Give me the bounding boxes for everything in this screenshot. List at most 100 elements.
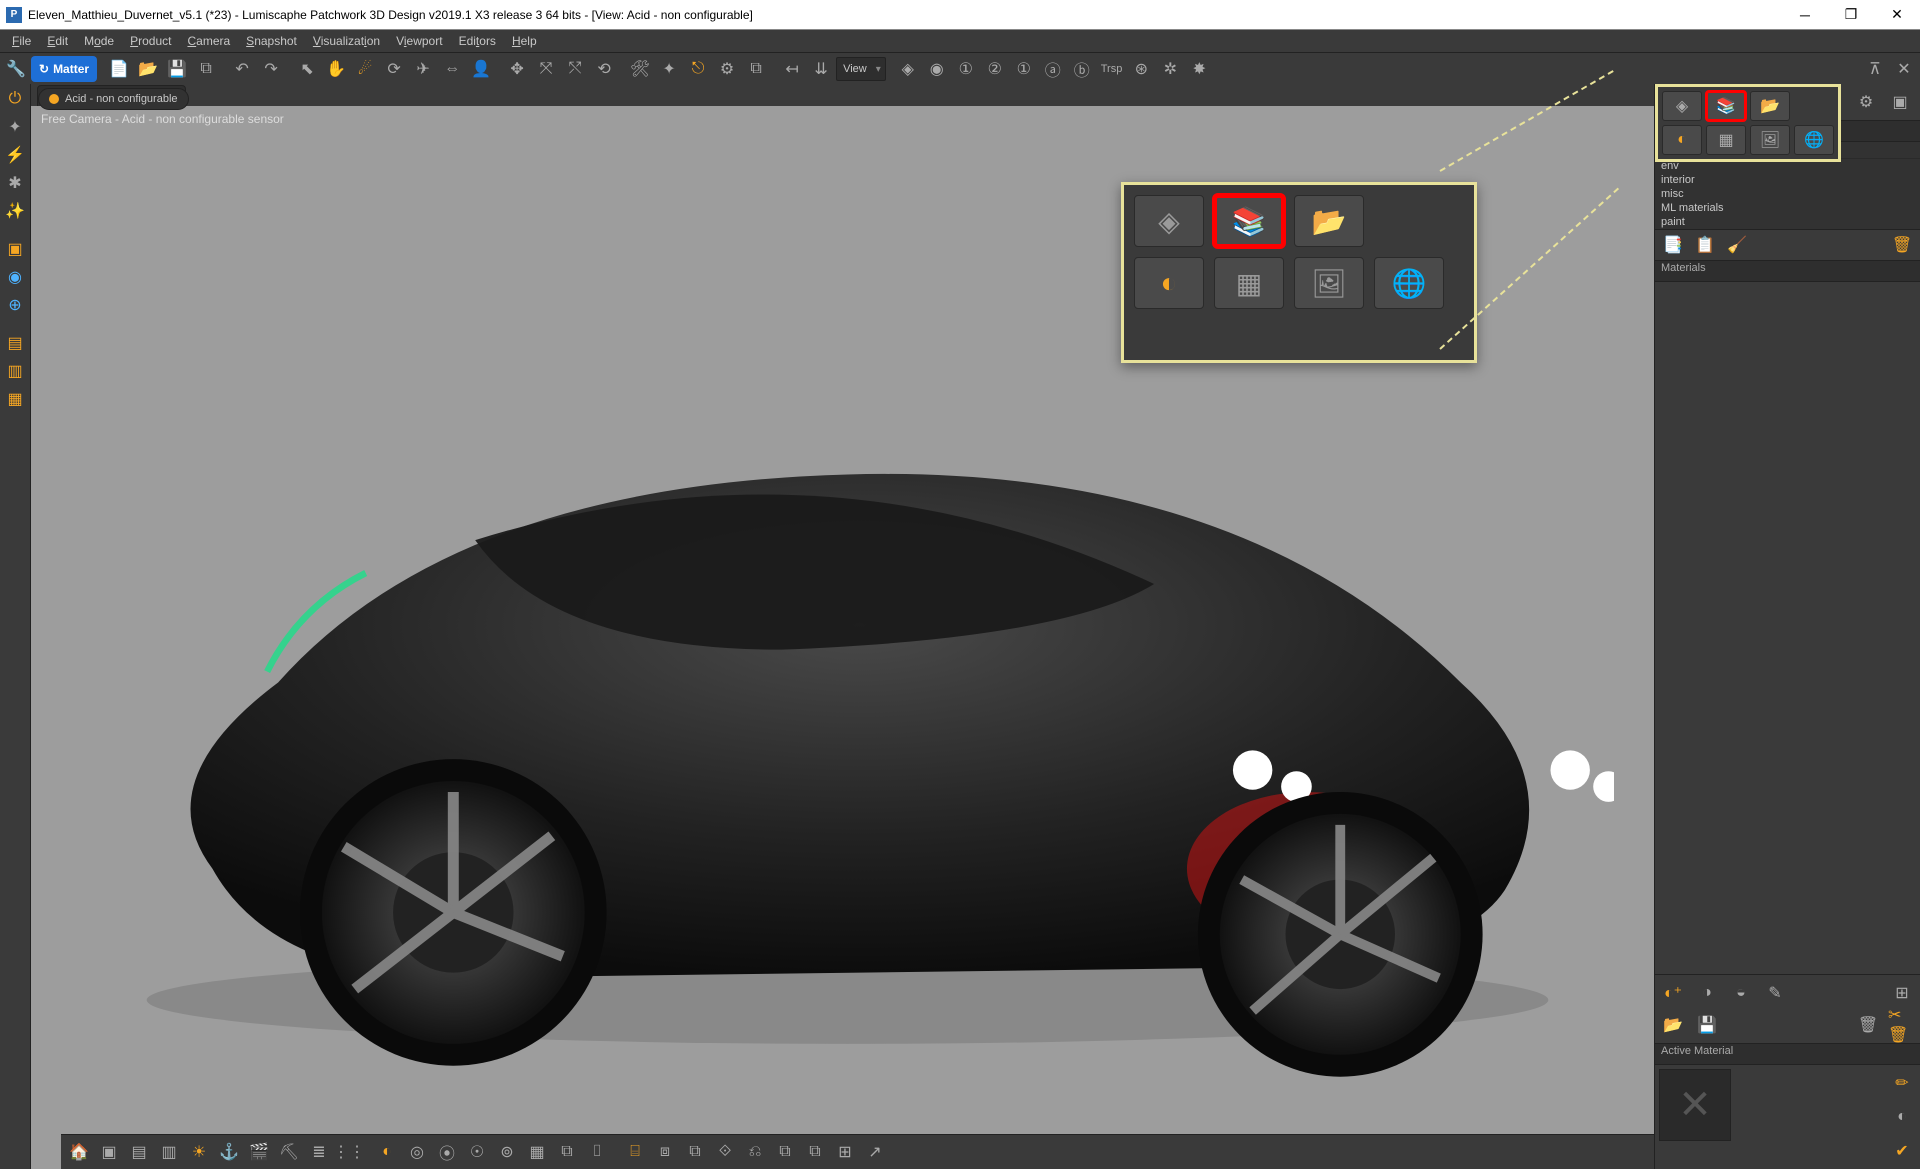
matter-button[interactable]: ↻Matter [31, 56, 97, 82]
rp-library-icon[interactable]: 📚 [1706, 91, 1746, 121]
rp-open-mat[interactable]: 📂 [1659, 1011, 1687, 1039]
group-row[interactable]: paint [1655, 215, 1920, 229]
btool-17[interactable]: ⌷ [583, 1138, 611, 1166]
view-dropdown[interactable]: View [836, 57, 886, 81]
tool-saveall[interactable]: ⧉ [192, 55, 220, 83]
btool-0[interactable]: 🏠 [65, 1138, 93, 1166]
tool-fly[interactable]: ✈ [409, 55, 437, 83]
tool-scale[interactable]: ⤲ [561, 55, 589, 83]
tool-wrench[interactable]: 🔧 [2, 55, 30, 83]
callout-material-icon[interactable]: ◐ [1134, 257, 1204, 309]
tool-pan[interactable]: ✋ [322, 55, 350, 83]
ltool-6[interactable]: ◉ [2, 264, 28, 290]
tool-mat4[interactable]: ⚙ [713, 55, 741, 83]
tool-r0[interactable]: ◈ [894, 55, 922, 83]
tool-pin[interactable]: ⊼ [1861, 55, 1889, 83]
btool-4[interactable]: ☀ [185, 1138, 213, 1166]
rp-mat-clean[interactable]: 🧹 [1723, 231, 1751, 259]
rp-image-icon[interactable]: 🖼 [1750, 125, 1790, 155]
tool-dolly[interactable]: ⇔ [438, 55, 466, 83]
rp-save-mat[interactable]: 💾 [1693, 1011, 1721, 1039]
materials-area[interactable] [1655, 282, 1920, 974]
tool-r10[interactable]: ✸ [1185, 55, 1213, 83]
rp-texture-icon[interactable]: ▦ [1706, 125, 1746, 155]
tool-r3[interactable]: ② [981, 55, 1009, 83]
menu-help[interactable]: Help [504, 32, 545, 50]
callout-eye-icon[interactable]: ◈ [1134, 195, 1204, 247]
rp-new-material[interactable]: ◐⁺ [1659, 979, 1687, 1007]
rp-b1[interactable]: ◑ [1693, 979, 1721, 1007]
rp-del-mat[interactable]: 🗑 [1854, 1011, 1882, 1039]
tool-r5[interactable]: ⓐ [1039, 55, 1067, 83]
menu-viewport[interactable]: Viewport [388, 32, 451, 50]
btool-2[interactable]: ▤ [125, 1138, 153, 1166]
btool-16[interactable]: ⧉ [553, 1138, 581, 1166]
btool-8[interactable]: ≣ [305, 1138, 333, 1166]
btool-7[interactable]: ⛏ [275, 1138, 303, 1166]
tool-walk[interactable]: 👤 [467, 55, 495, 83]
close-button[interactable]: ✕ [1874, 0, 1920, 29]
rp-grid-icon[interactable]: ▣ [1886, 88, 1914, 116]
tool-close-tab[interactable]: ✕ [1890, 55, 1918, 83]
ltool-9[interactable]: ▥ [2, 358, 28, 384]
btool-23[interactable]: ⧉ [771, 1138, 799, 1166]
ltool-8[interactable]: ▤ [2, 330, 28, 356]
rp-grid-toggle[interactable]: ⊞ [1888, 979, 1916, 1007]
group-row[interactable]: misc [1655, 187, 1920, 201]
rp-b2[interactable]: ◒ [1727, 979, 1755, 1007]
callout-library-icon[interactable]: 📚 [1214, 195, 1284, 247]
tool-rotate[interactable]: ⟳ [380, 55, 408, 83]
menu-camera[interactable]: Camera [179, 32, 238, 50]
tool-save[interactable]: 💾 [163, 55, 191, 83]
rp-sphere-icon[interactable]: ◐ [1888, 1103, 1916, 1131]
rp-mat-add[interactable]: 📑 [1659, 231, 1687, 259]
rp-gear-icon[interactable]: ⚙ [1852, 88, 1880, 116]
menu-mode[interactable]: Mode [76, 32, 122, 50]
tool-r6[interactable]: ⓑ [1068, 55, 1096, 83]
ltool-10[interactable]: ▦ [2, 386, 28, 412]
tool-move[interactable]: ✥ [503, 55, 531, 83]
rp-mat-delete[interactable]: 🗑 [1888, 231, 1916, 259]
callout-texture-icon[interactable]: ▦ [1214, 257, 1284, 309]
ltool-5[interactable]: ▣ [2, 236, 28, 262]
maximize-button[interactable]: ❐ [1828, 0, 1874, 29]
btool-6[interactable]: 🎬 [245, 1138, 273, 1166]
group-row[interactable]: interior [1655, 173, 1920, 187]
menu-snapshot[interactable]: Snapshot [238, 32, 305, 50]
tool-rot[interactable]: ⟲ [590, 55, 618, 83]
tool-r4[interactable]: ① [1010, 55, 1038, 83]
tool-trsp[interactable]: Trsp [1097, 55, 1127, 83]
rp-check-icon[interactable]: ✔ [1888, 1137, 1916, 1165]
btool-5[interactable]: ⚓ [215, 1138, 243, 1166]
btool-21[interactable]: ⟐ [711, 1138, 739, 1166]
btool-9[interactable]: ⋮⋮ [335, 1138, 363, 1166]
rp-eye-icon[interactable]: ◈ [1662, 91, 1702, 121]
callout-folder-library-icon[interactable]: 📂 [1294, 195, 1364, 247]
tool-select[interactable]: ⬉ [293, 55, 321, 83]
ltool-7[interactable]: ⊕ [2, 292, 28, 318]
btool-13[interactable]: ☉ [463, 1138, 491, 1166]
tool-arrow-down[interactable]: ⇊ [807, 55, 835, 83]
tool-r8[interactable]: ⊛ [1127, 55, 1155, 83]
ltool-4[interactable]: ✨ [2, 198, 28, 224]
tool-r2[interactable]: ① [952, 55, 980, 83]
ltool-0[interactable]: ⏻ [2, 86, 28, 112]
btool-25[interactable]: ⊞ [831, 1138, 859, 1166]
group-row[interactable]: ML materials [1655, 201, 1920, 215]
ltool-2[interactable]: ⚡ [2, 142, 28, 168]
menu-edit[interactable]: Edit [39, 32, 76, 50]
rp-edit-icon[interactable]: ✏ [1888, 1069, 1916, 1097]
viewport[interactable]: Free Camera - Acid - non configurable se… [31, 106, 1654, 1169]
tool-mat5[interactable]: ⧉ [742, 55, 770, 83]
tool-r1[interactable]: ◉ [923, 55, 951, 83]
rp-cut-mat[interactable]: ✂🗑 [1888, 1011, 1916, 1039]
btool-19[interactable]: ⧈ [651, 1138, 679, 1166]
callout-environment-icon[interactable]: 🌐 [1374, 257, 1444, 309]
tool-mat1[interactable]: 🛠 [626, 55, 654, 83]
tool-arrow-left[interactable]: ↤ [778, 55, 806, 83]
btool-26[interactable]: ↗ [861, 1138, 889, 1166]
menu-product[interactable]: Product [122, 32, 179, 50]
minimize-button[interactable]: ─ [1782, 0, 1828, 29]
btool-14[interactable]: ⊚ [493, 1138, 521, 1166]
btool-10[interactable]: ◐ [373, 1138, 401, 1166]
